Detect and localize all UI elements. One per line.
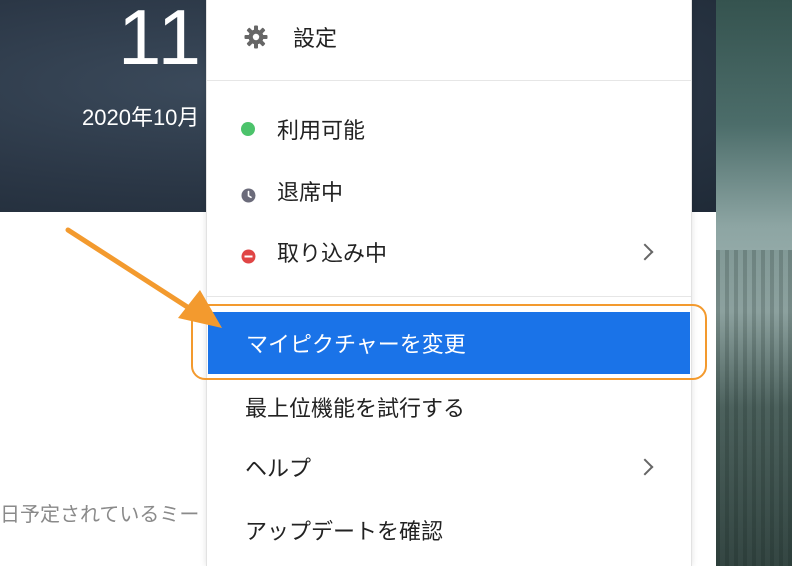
menu-divider	[207, 296, 691, 297]
menu-item-away-label: 退席中	[277, 181, 344, 206]
menu-item-check-updates-label: アップデートを確認	[245, 520, 444, 545]
available-dot-icon	[241, 122, 255, 136]
menu-item-dnd-label: 取り込み中	[277, 242, 388, 267]
menu-item-settings-label: 設定	[293, 27, 338, 52]
menu-item-help[interactable]: ヘルプ	[207, 441, 691, 493]
highlight-outline	[191, 304, 707, 380]
chevron-right-icon	[636, 243, 654, 261]
menu-item-status-available[interactable]: 利用可能	[207, 103, 691, 155]
clock-icon	[241, 184, 256, 209]
menu-divider	[207, 80, 691, 81]
upcoming-meetings-text: 日予定されているミー	[0, 502, 200, 526]
menu-item-try-top-features-label: 最上位機能を試行する	[245, 397, 466, 422]
chevron-right-icon	[636, 458, 654, 476]
menu-item-settings[interactable]: 設定	[207, 11, 691, 63]
wallpaper-trees	[716, 250, 792, 566]
menu-item-available-label: 利用可能	[277, 119, 366, 144]
clock-date: 2020年10月	[82, 105, 200, 130]
menu-item-try-top-features[interactable]: 最上位機能を試行する	[207, 381, 691, 433]
menu-item-status-dnd[interactable]: 取り込み中	[207, 226, 691, 278]
do-not-disturb-icon	[241, 245, 256, 270]
menu-item-status-away[interactable]: 退席中	[207, 165, 691, 217]
profile-menu: 設定 利用可能 退席中 取り込み中 マイピクチャーを変更 最上位機能を試行する	[206, 0, 692, 566]
menu-item-help-label: ヘルプ	[245, 457, 312, 482]
gear-icon	[243, 24, 269, 56]
menu-item-check-updates[interactable]: アップデートを確認	[207, 504, 691, 556]
